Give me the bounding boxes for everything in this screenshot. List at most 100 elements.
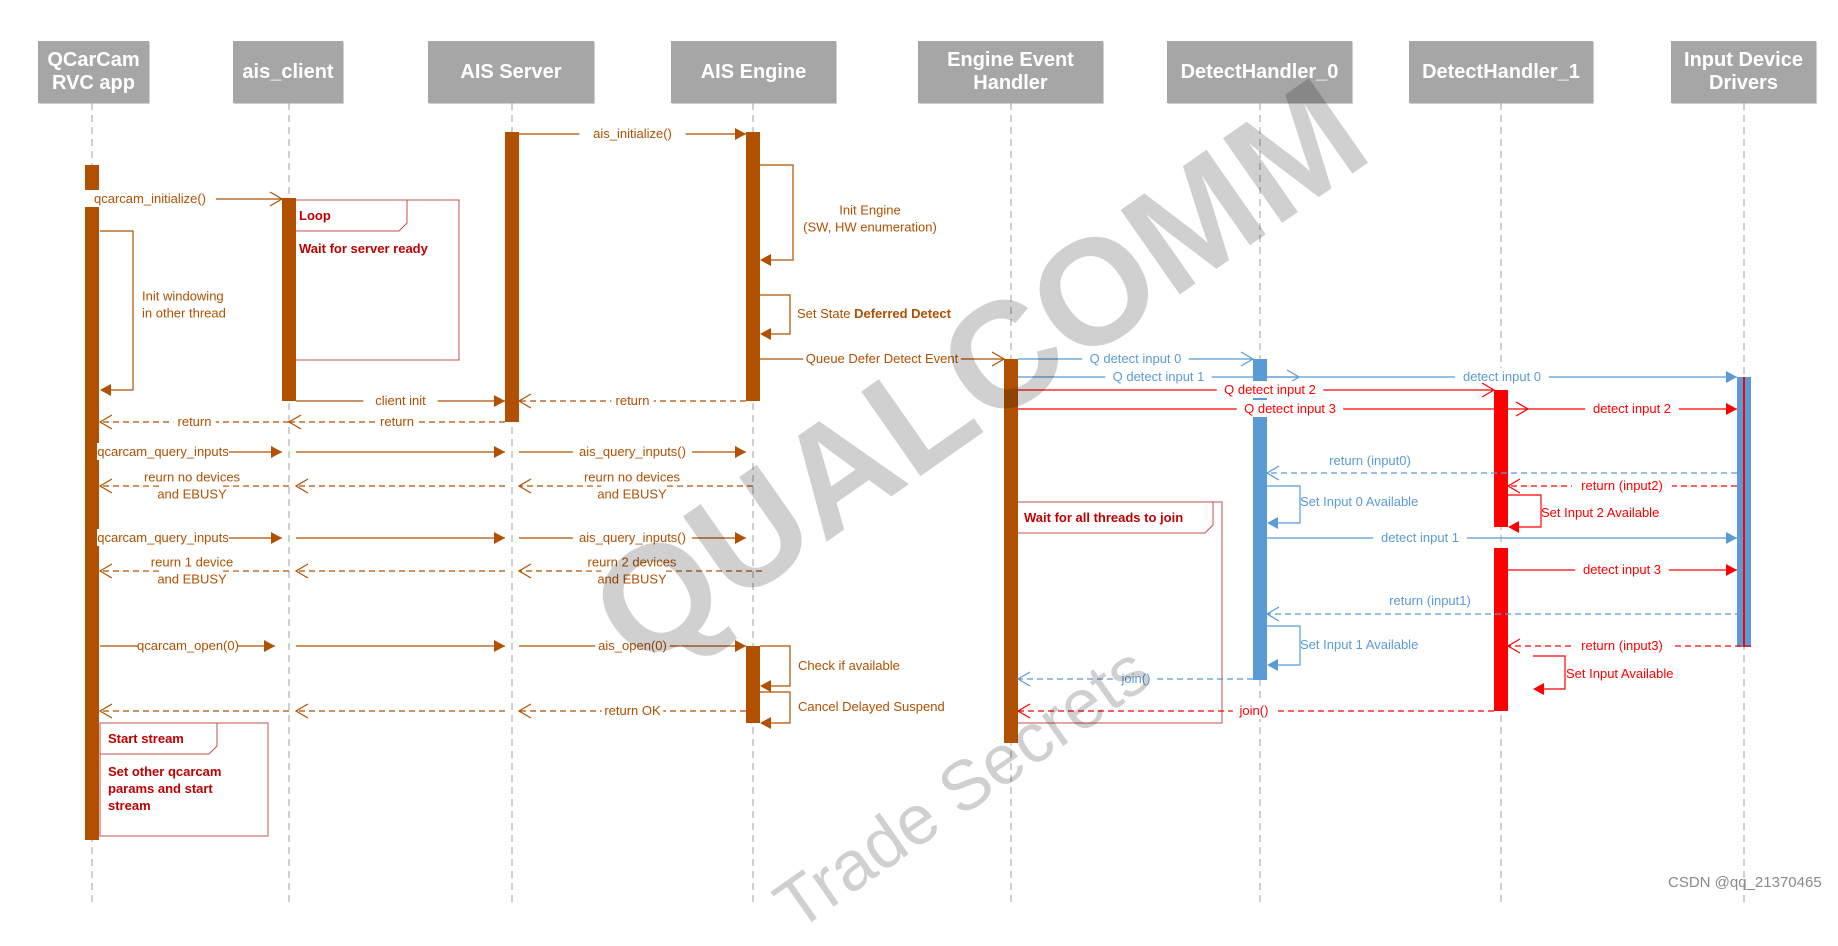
self-call-line xyxy=(1533,655,1566,690)
message-client-to-app xyxy=(98,703,289,719)
message-label: Queue Defer Detect Event xyxy=(806,351,959,366)
message-engine-to-server: return OK xyxy=(517,702,746,719)
self-call-label: Set Input 1 Available xyxy=(1300,637,1418,652)
message-server-to-client: return xyxy=(287,413,505,430)
fragment-text: params and start xyxy=(108,781,213,796)
message-label: ais_initialize() xyxy=(593,126,672,141)
message-label: reurn 2 devices xyxy=(588,555,677,570)
message-idd-to-dh1: return (input3) xyxy=(1506,637,1751,654)
self-call-engine: Cancel Delayed Suspend xyxy=(760,691,945,729)
message-label: ais_query_inputs() xyxy=(579,530,686,545)
message-client-to-server xyxy=(296,532,505,544)
message-label: detect input 3 xyxy=(1583,562,1661,577)
message-dh0-to-idd: detect input 1 xyxy=(1267,529,1737,546)
message-engine-to-eeh: Queue Defer Detect Event xyxy=(760,350,1006,367)
message-engine-to-server: reurn 2 devices and EBUSY xyxy=(517,553,762,588)
self-call-label: Set Input 2 Available xyxy=(1541,505,1659,520)
sequence-diagram: Loop Wait for server ready Start stream Set… xyxy=(84,103,1751,904)
message-label: reurn no devices xyxy=(584,470,681,485)
arrowhead-filled xyxy=(735,446,746,458)
arrowhead-filled xyxy=(760,717,771,729)
self-call-app: Init windowing in other thread xyxy=(100,230,226,396)
activation-bar-engine xyxy=(746,646,760,723)
activation-bar-app xyxy=(85,165,99,840)
fragment-1: Start stream Set other qcarcam params and … xyxy=(99,722,269,837)
activation-bar-eeh xyxy=(1004,359,1018,743)
activation-bar-dh1 xyxy=(1494,548,1508,711)
self-call-label: Cancel Delayed Suspend xyxy=(798,699,945,714)
fragment-text: Set other qcarcam xyxy=(108,764,221,779)
arrowhead-filled xyxy=(1726,403,1737,415)
fragment-tag: Loop xyxy=(299,208,331,223)
message-engine-to-server: reurn no devices and EBUSY xyxy=(517,468,753,503)
message-app-to-client: qcarcam_open(0) xyxy=(100,637,275,654)
message-server-to-engine: ais_query_inputs() xyxy=(519,443,746,460)
self-call-dh1: Set Input Available xyxy=(1533,655,1673,695)
message-dh1-to-idd: detect input 2 xyxy=(1528,400,1737,417)
self-call-engine: Set State Deferred Detect xyxy=(760,294,952,340)
message-client-to-server xyxy=(296,446,505,458)
arrowhead-filled xyxy=(264,640,275,652)
message-server-to-client xyxy=(294,703,505,719)
message-client-to-app: return xyxy=(98,413,289,430)
message-label: and EBUSY xyxy=(157,572,227,587)
message-label: join() xyxy=(1239,703,1269,718)
arrowhead-filled xyxy=(760,328,771,340)
self-call-dh0: Set Input 0 Available xyxy=(1267,485,1418,529)
message-dh0-to-eeh: join() xyxy=(1016,670,1253,687)
arrowhead-filled xyxy=(494,395,505,407)
self-call-line xyxy=(1267,625,1301,666)
message-app-to-client: qcarcam_initialize() xyxy=(84,190,284,207)
message-idd-to-dh1: return (input2) xyxy=(1506,477,1737,494)
message-label: return (input3) xyxy=(1581,638,1663,653)
self-call-line xyxy=(1267,485,1301,524)
self-call-label: Check if available xyxy=(798,658,900,673)
message-client-to-server: client init xyxy=(296,392,505,409)
message-idd-to-dh0: return (input1) xyxy=(1265,592,1751,622)
self-call-label: Set Input Available xyxy=(1566,666,1673,681)
arrowhead-filled xyxy=(494,640,505,652)
message-client-to-app: reurn 1 device and EBUSY xyxy=(98,553,289,588)
message-label: Q detect input 3 xyxy=(1244,401,1336,416)
message-label: and EBUSY xyxy=(157,487,227,502)
activation-bar-dh1 xyxy=(1494,390,1508,527)
message-server-to-engine: ais_query_inputs() xyxy=(519,529,746,546)
message-label: return OK xyxy=(604,703,661,718)
arrowhead-filled xyxy=(100,384,111,396)
self-call-line xyxy=(760,691,791,724)
self-call-label: Init windowing xyxy=(142,289,224,304)
message-label: return (input1) xyxy=(1389,593,1471,608)
arrowhead-filled xyxy=(494,446,505,458)
message-eeh-to-dh1: Q detect input 2 xyxy=(1018,381,1496,398)
arrowhead-filled xyxy=(760,254,771,266)
message-label: Q detect input 1 xyxy=(1113,369,1205,384)
fragment-0: Loop Wait for server ready xyxy=(290,199,460,361)
message-client-to-app: reurn no devices and EBUSY xyxy=(98,468,289,503)
fragment-tag: Wait for all threads to join xyxy=(1024,510,1183,525)
arrowhead-filled xyxy=(271,446,282,458)
self-call-dh0: Set Input 1 Available xyxy=(1267,625,1418,671)
message-server-to-client xyxy=(294,563,505,579)
message-label: detect input 2 xyxy=(1593,401,1671,416)
message-label: and EBUSY xyxy=(597,487,667,502)
message-label: qcarcam_open(0) xyxy=(137,638,239,653)
arrowhead-filled xyxy=(1267,659,1278,671)
self-call-line xyxy=(760,294,791,335)
message-label: reurn 1 device xyxy=(151,555,233,570)
arrowhead-filled xyxy=(735,532,746,544)
self-call-line xyxy=(760,645,791,687)
message-dh1-to-eeh: join() xyxy=(1016,702,1494,719)
message-eeh-to-dh0: Q detect input 0 xyxy=(1018,350,1255,367)
message-label: client init xyxy=(375,393,426,408)
message-server-to-engine: ais_open(0) xyxy=(519,637,746,654)
arrowhead-filled xyxy=(760,680,771,692)
message-label: qcarcam_initialize() xyxy=(94,191,206,206)
arrowhead-filled xyxy=(1726,564,1737,576)
message-app-to-client: qcarcam_query_inputs xyxy=(97,529,282,546)
self-call-label: (SW, HW enumeration) xyxy=(803,220,937,235)
self-call-engine: Init Engine (SW, HW enumeration) xyxy=(760,164,937,266)
message-label: return xyxy=(380,414,414,429)
arrowhead-filled xyxy=(494,532,505,544)
self-call-label: Set State Deferred Detect xyxy=(797,306,952,321)
fragment-text: Wait for server ready xyxy=(299,241,429,256)
